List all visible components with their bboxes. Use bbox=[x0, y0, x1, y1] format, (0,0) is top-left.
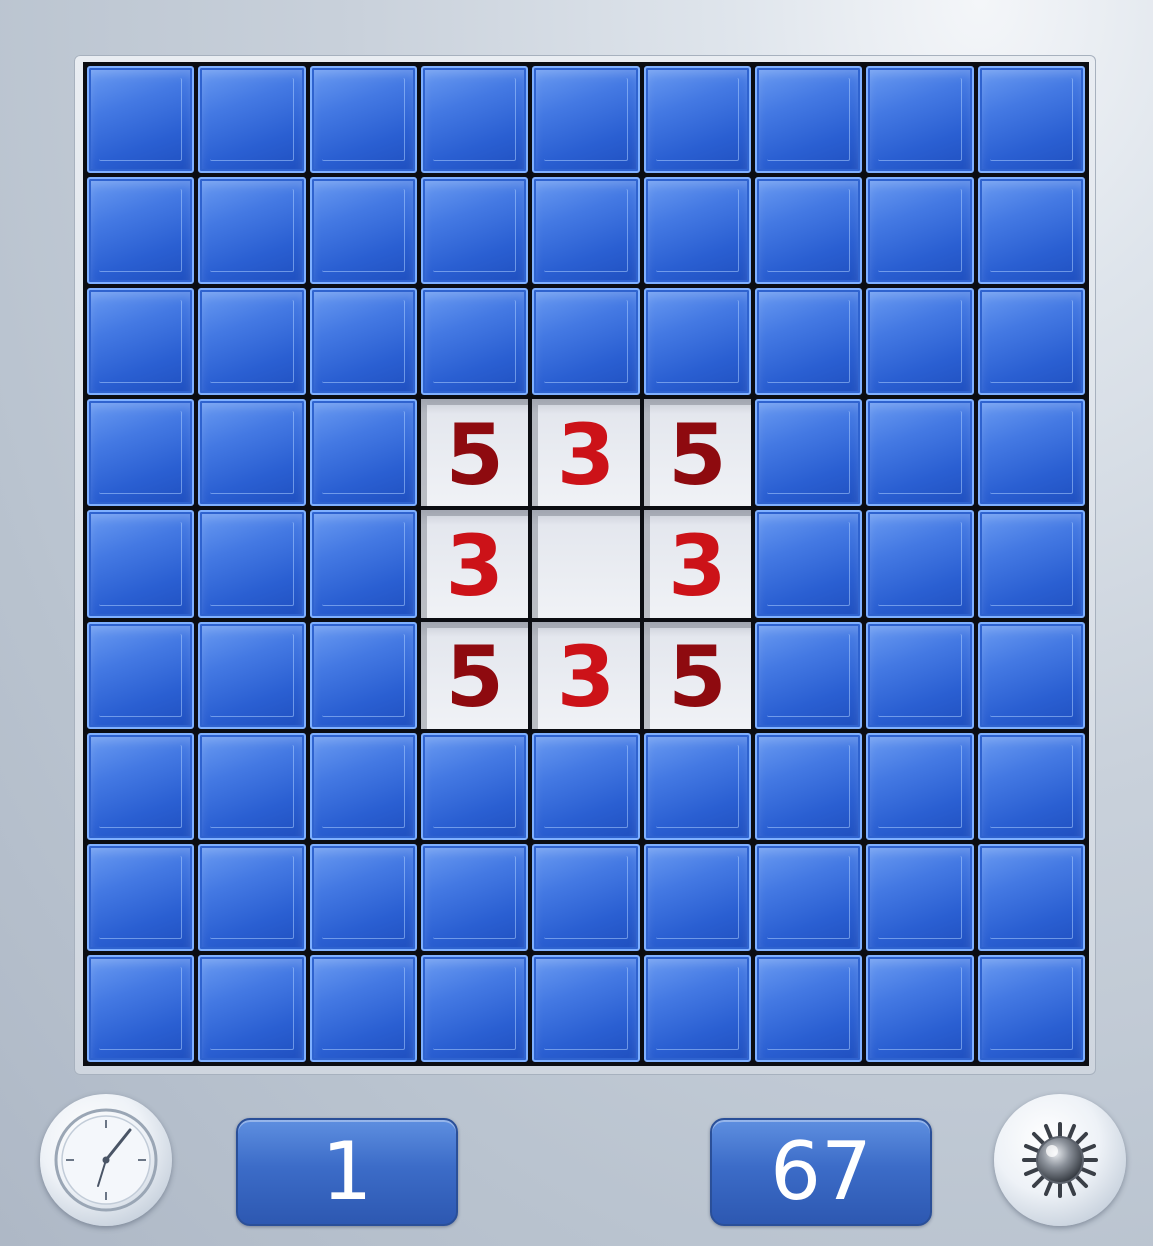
covered-cell[interactable] bbox=[866, 843, 974, 951]
covered-cell[interactable] bbox=[198, 177, 306, 285]
covered-cell[interactable] bbox=[643, 288, 751, 396]
revealed-number-cell[interactable]: 5 bbox=[421, 399, 529, 507]
covered-cell[interactable] bbox=[198, 66, 306, 174]
covered-cell[interactable] bbox=[755, 621, 863, 729]
covered-cell[interactable] bbox=[87, 177, 195, 285]
covered-cell[interactable] bbox=[87, 843, 195, 951]
covered-cell[interactable] bbox=[87, 954, 195, 1062]
covered-cell[interactable] bbox=[532, 843, 640, 951]
covered-cell[interactable] bbox=[309, 399, 417, 507]
adjacent-mine-count: 3 bbox=[556, 628, 616, 727]
adjacent-mine-count: 5 bbox=[668, 405, 727, 504]
covered-cell[interactable] bbox=[309, 288, 417, 396]
covered-cell[interactable] bbox=[866, 510, 974, 618]
covered-cell[interactable] bbox=[643, 732, 751, 840]
covered-cell[interactable] bbox=[532, 66, 640, 174]
elapsed-time-counter: 1 bbox=[236, 1118, 458, 1226]
covered-cell[interactable] bbox=[755, 954, 863, 1062]
covered-cell[interactable] bbox=[309, 954, 417, 1062]
covered-cell[interactable] bbox=[866, 177, 974, 285]
covered-cell[interactable] bbox=[421, 732, 529, 840]
revealed-number-cell[interactable]: 5 bbox=[421, 621, 529, 729]
covered-cell[interactable] bbox=[198, 510, 306, 618]
covered-cell[interactable] bbox=[309, 66, 417, 174]
covered-cell[interactable] bbox=[532, 288, 640, 396]
revealed-number-cell[interactable]: 5 bbox=[643, 621, 751, 729]
minefield-grid: 53533535 bbox=[83, 62, 1089, 1066]
covered-cell[interactable] bbox=[755, 399, 863, 507]
revealed-number-cell[interactable]: 3 bbox=[643, 510, 751, 618]
covered-cell[interactable] bbox=[198, 399, 306, 507]
covered-cell[interactable] bbox=[309, 843, 417, 951]
covered-cell[interactable] bbox=[309, 177, 417, 285]
covered-cell[interactable] bbox=[866, 66, 974, 174]
covered-cell[interactable] bbox=[866, 288, 974, 396]
adjacent-mine-count: 3 bbox=[445, 516, 504, 615]
covered-cell[interactable] bbox=[87, 288, 195, 396]
covered-cell[interactable] bbox=[643, 177, 751, 285]
adjacent-mine-count: 3 bbox=[556, 405, 616, 504]
covered-cell[interactable] bbox=[198, 732, 306, 840]
mine-icon bbox=[994, 1094, 1126, 1226]
covered-cell[interactable] bbox=[532, 177, 640, 285]
covered-cell[interactable] bbox=[866, 399, 974, 507]
covered-cell[interactable] bbox=[977, 621, 1085, 729]
covered-cell[interactable] bbox=[977, 510, 1085, 618]
covered-cell[interactable] bbox=[198, 288, 306, 396]
covered-cell[interactable] bbox=[977, 177, 1085, 285]
covered-cell[interactable] bbox=[755, 66, 863, 174]
covered-cell[interactable] bbox=[309, 510, 417, 618]
covered-cell[interactable] bbox=[532, 954, 640, 1062]
mines-remaining-counter: 67 bbox=[710, 1118, 932, 1226]
covered-cell[interactable] bbox=[755, 510, 863, 618]
adjacent-mine-count: 5 bbox=[445, 628, 504, 727]
covered-cell[interactable] bbox=[198, 954, 306, 1062]
covered-cell[interactable] bbox=[977, 954, 1085, 1062]
covered-cell[interactable] bbox=[977, 732, 1085, 840]
stopwatch-icon bbox=[40, 1094, 172, 1226]
revealed-number-cell[interactable]: 3 bbox=[421, 510, 529, 618]
covered-cell[interactable] bbox=[87, 66, 195, 174]
revealed-number-cell[interactable]: 3 bbox=[532, 399, 640, 507]
covered-cell[interactable] bbox=[866, 732, 974, 840]
covered-cell[interactable] bbox=[421, 66, 529, 174]
adjacent-mine-count: 5 bbox=[668, 628, 727, 727]
covered-cell[interactable] bbox=[755, 288, 863, 396]
covered-cell[interactable] bbox=[977, 288, 1085, 396]
covered-cell[interactable] bbox=[643, 954, 751, 1062]
revealed-empty-cell[interactable] bbox=[532, 510, 640, 618]
covered-cell[interactable] bbox=[421, 288, 529, 396]
covered-cell[interactable] bbox=[866, 621, 974, 729]
covered-cell[interactable] bbox=[309, 621, 417, 729]
covered-cell[interactable] bbox=[977, 399, 1085, 507]
covered-cell[interactable] bbox=[643, 66, 751, 174]
adjacent-mine-count: 3 bbox=[668, 516, 727, 615]
covered-cell[interactable] bbox=[87, 621, 195, 729]
covered-cell[interactable] bbox=[977, 843, 1085, 951]
covered-cell[interactable] bbox=[532, 732, 640, 840]
covered-cell[interactable] bbox=[421, 843, 529, 951]
covered-cell[interactable] bbox=[87, 510, 195, 618]
revealed-number-cell[interactable]: 5 bbox=[643, 399, 751, 507]
covered-cell[interactable] bbox=[755, 843, 863, 951]
covered-cell[interactable] bbox=[643, 843, 751, 951]
revealed-number-cell[interactable]: 3 bbox=[532, 621, 640, 729]
covered-cell[interactable] bbox=[977, 66, 1085, 174]
adjacent-mine-count: 5 bbox=[445, 405, 504, 504]
covered-cell[interactable] bbox=[755, 177, 863, 285]
covered-cell[interactable] bbox=[421, 954, 529, 1062]
covered-cell[interactable] bbox=[198, 621, 306, 729]
covered-cell[interactable] bbox=[866, 954, 974, 1062]
covered-cell[interactable] bbox=[755, 732, 863, 840]
covered-cell[interactable] bbox=[421, 177, 529, 285]
covered-cell[interactable] bbox=[87, 399, 195, 507]
covered-cell[interactable] bbox=[309, 732, 417, 840]
covered-cell[interactable] bbox=[198, 843, 306, 951]
covered-cell[interactable] bbox=[87, 732, 195, 840]
